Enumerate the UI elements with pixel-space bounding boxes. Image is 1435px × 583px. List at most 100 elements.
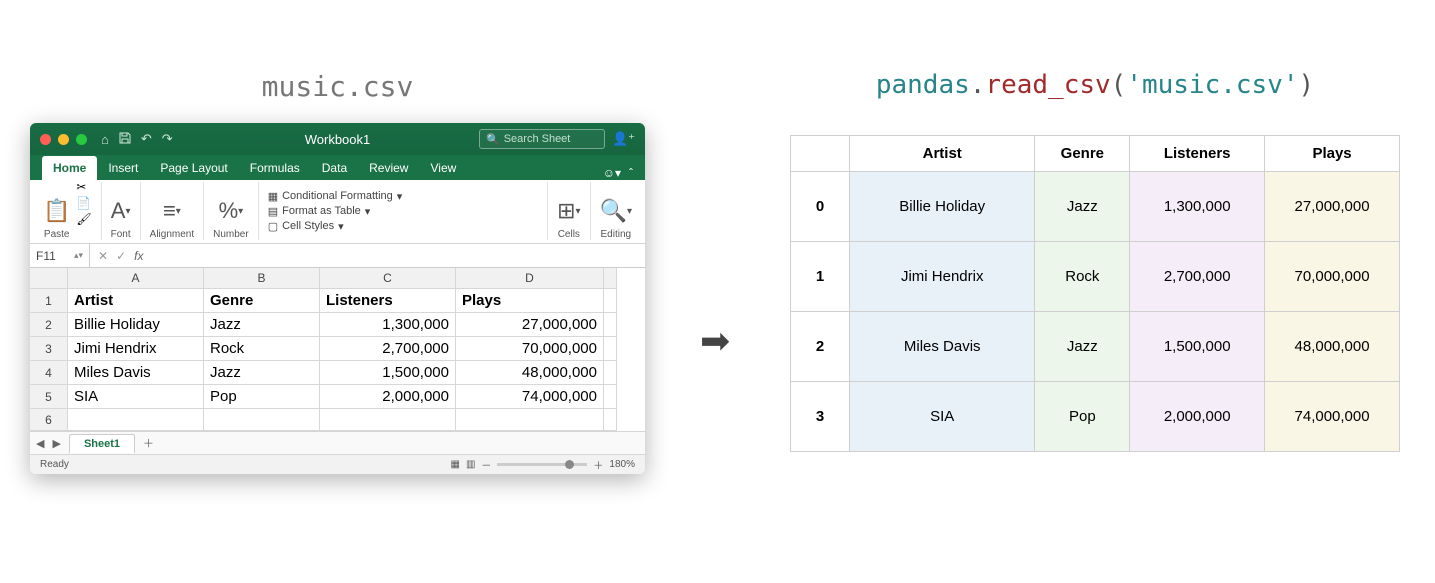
df-cell: 70,000,000	[1265, 242, 1400, 312]
cell[interactable]	[68, 409, 204, 431]
cell[interactable]: 27,000,000	[456, 313, 604, 337]
cancel-formula-icon[interactable]: ✕	[98, 249, 108, 263]
cell[interactable]	[456, 409, 604, 431]
home-icon[interactable]: ⌂	[101, 132, 109, 147]
tab-data[interactable]: Data	[311, 156, 358, 180]
zoom-icon[interactable]	[76, 134, 87, 145]
cell[interactable]: 1,300,000	[320, 313, 456, 337]
tab-formulas[interactable]: Formulas	[239, 156, 311, 180]
format-as-table-button[interactable]: ▤Format as Table ▾	[268, 205, 371, 218]
conditional-formatting-button[interactable]: ▦Conditional Formatting ▾	[268, 190, 403, 203]
sheet-tab[interactable]: Sheet1	[69, 434, 135, 453]
cell[interactable]: Jazz	[204, 361, 320, 385]
cell[interactable]: 1,500,000	[320, 361, 456, 385]
row-header[interactable]: 6	[30, 409, 68, 431]
tab-review[interactable]: Review	[358, 156, 419, 180]
col-header-c[interactable]: C	[320, 268, 456, 289]
cell[interactable]: Jimi Hendrix	[68, 337, 204, 361]
sheet-nav-next-icon[interactable]: ▶	[52, 437, 60, 450]
save-icon[interactable]	[119, 132, 131, 147]
cell[interactable]: 2,700,000	[320, 337, 456, 361]
df-cell: 1,500,000	[1130, 312, 1265, 382]
tab-insert[interactable]: Insert	[97, 156, 149, 180]
cell[interactable]	[204, 409, 320, 431]
cell[interactable]: Miles Davis	[68, 361, 204, 385]
tab-home[interactable]: Home	[42, 156, 97, 180]
cell-styles-button[interactable]: ▢Cell Styles ▾	[268, 220, 344, 233]
row-header-1[interactable]: 1	[30, 289, 68, 313]
collapse-ribbon-icon[interactable]: ˆ	[629, 166, 633, 180]
font-icon[interactable]: A▾	[111, 195, 131, 227]
row-header[interactable]: 3	[30, 337, 68, 361]
cell[interactable]: Plays	[456, 289, 604, 313]
undo-icon[interactable]: ↶	[141, 131, 152, 147]
sheet-nav-prev-icon[interactable]: ◀	[36, 437, 44, 450]
zoom-out-icon[interactable]: －	[481, 457, 491, 472]
dataframe-table: Artist Genre Listeners Plays 0 Billie Ho…	[790, 135, 1400, 452]
minimize-icon[interactable]	[58, 134, 69, 145]
spreadsheet-grid[interactable]: A B C D 1 Artist Genre Listeners Plays 2…	[30, 268, 645, 431]
code-token: read_csv	[985, 70, 1110, 100]
row-header[interactable]: 5	[30, 385, 68, 409]
format-painter-icon[interactable]: 🖌	[76, 212, 91, 226]
ribbon-number: %▾ Number	[204, 182, 259, 240]
cell[interactable]: 74,000,000	[456, 385, 604, 409]
cell[interactable]: SIA	[68, 385, 204, 409]
cell[interactable]: Listeners	[320, 289, 456, 313]
close-icon[interactable]	[40, 134, 51, 145]
cell-styles-icon: ▢	[268, 220, 278, 233]
df-cell: 1,300,000	[1130, 172, 1265, 242]
col-header-d[interactable]: D	[456, 268, 604, 289]
add-sheet-icon[interactable]: ＋	[143, 435, 154, 451]
cell[interactable]	[604, 361, 617, 385]
df-cell: Pop	[1035, 382, 1130, 452]
user-icon[interactable]: 👤⁺	[612, 131, 635, 147]
df-cell: 2,700,000	[1130, 242, 1265, 312]
accept-formula-icon[interactable]: ✓	[116, 249, 126, 263]
cell[interactable]: Rock	[204, 337, 320, 361]
cell[interactable]	[604, 313, 617, 337]
tab-view[interactable]: View	[419, 156, 467, 180]
cell[interactable]	[604, 385, 617, 409]
cell[interactable]	[604, 289, 617, 313]
cell[interactable]: Pop	[204, 385, 320, 409]
editing-icon[interactable]: 🔍▾	[600, 195, 632, 227]
copy-icon[interactable]: 📄	[76, 196, 91, 210]
redo-icon[interactable]: ↷	[162, 131, 173, 147]
select-all-corner[interactable]	[30, 268, 68, 289]
page-layout-icon[interactable]: ▥	[466, 459, 475, 470]
df-row: 0 Billie Holiday Jazz 1,300,000 27,000,0…	[791, 172, 1400, 242]
tab-page-layout[interactable]: Page Layout	[149, 156, 238, 180]
cell[interactable]: Billie Holiday	[68, 313, 204, 337]
cell[interactable]: 2,000,000	[320, 385, 456, 409]
df-index-cell: 1	[791, 242, 850, 312]
cell[interactable]: 48,000,000	[456, 361, 604, 385]
col-header-a[interactable]: A	[68, 268, 204, 289]
row-header[interactable]: 2	[30, 313, 68, 337]
cells-icon[interactable]: ⊞▾	[557, 195, 580, 227]
zoom-in-icon[interactable]: ＋	[593, 457, 603, 472]
conditional-formatting-icon: ▦	[268, 190, 278, 203]
df-col-header: Listeners	[1130, 136, 1265, 172]
name-box-dropdown-icon[interactable]: ▴▾	[74, 250, 83, 261]
cell[interactable]: Artist	[68, 289, 204, 313]
cell[interactable]: Genre	[204, 289, 320, 313]
zoom-slider[interactable]	[497, 463, 587, 466]
cell[interactable]	[604, 337, 617, 361]
normal-view-icon[interactable]: ▦	[451, 459, 460, 470]
name-box[interactable]: F11 ▴▾	[30, 244, 90, 267]
cell[interactable]: 70,000,000	[456, 337, 604, 361]
fx-icon[interactable]: fx	[134, 249, 143, 263]
cell[interactable]	[604, 409, 617, 431]
search-sheet-input[interactable]: 🔍 Search Sheet	[479, 129, 605, 149]
cell[interactable]: Jazz	[204, 313, 320, 337]
paste-icon[interactable]: 📋	[43, 195, 70, 227]
alignment-icon[interactable]: ≡▾	[163, 195, 181, 227]
row-header[interactable]: 4	[30, 361, 68, 385]
col-header-b[interactable]: B	[204, 268, 320, 289]
share-icon[interactable]: ☺▾	[603, 166, 621, 180]
ribbon-cells: ⊞▾ Cells	[548, 182, 590, 240]
cut-icon[interactable]: ✂	[76, 180, 91, 194]
number-icon[interactable]: %▾	[219, 195, 244, 227]
cell[interactable]	[320, 409, 456, 431]
